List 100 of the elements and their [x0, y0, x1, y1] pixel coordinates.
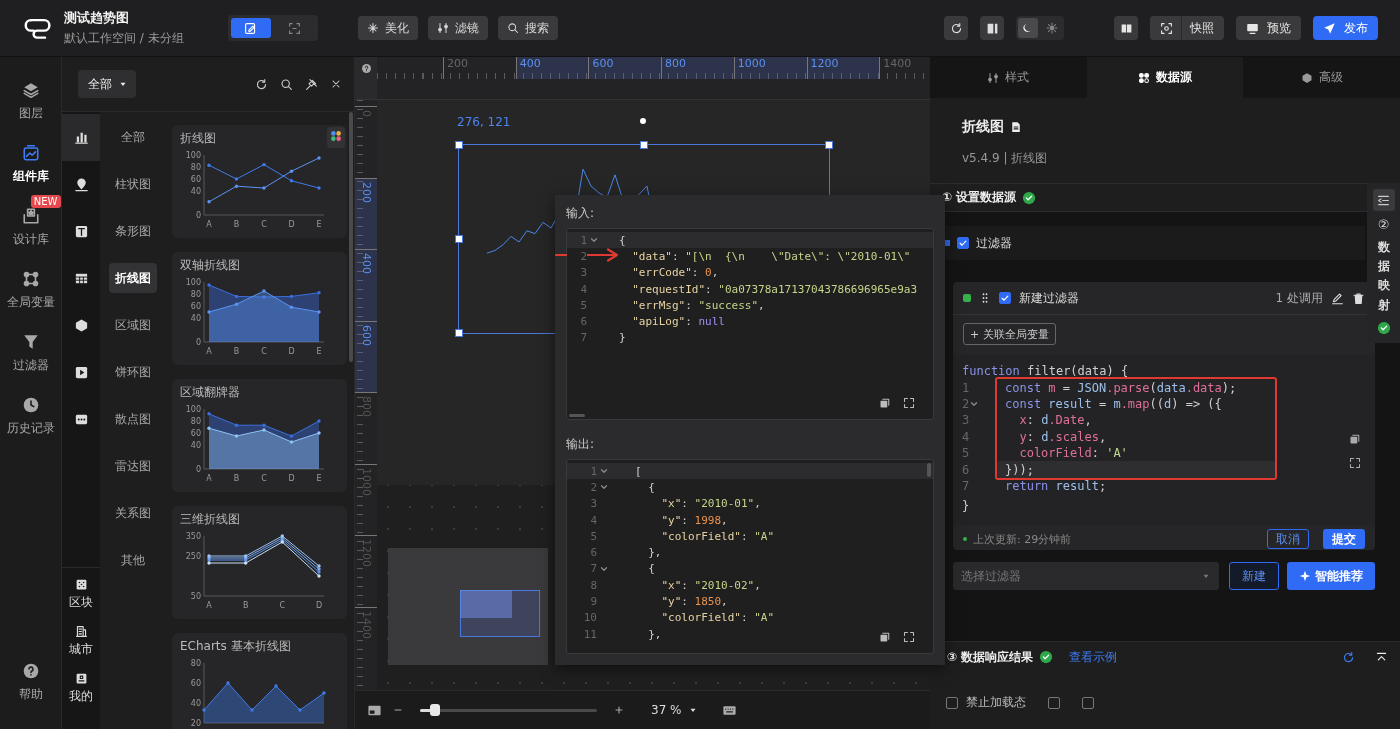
axis-label: 0 — [195, 465, 201, 474]
code-text: "apiLog": null — [631, 315, 725, 329]
axis-label: 40 — [190, 699, 201, 708]
code-text: }, — [647, 546, 662, 560]
axis-label: 40 — [190, 314, 201, 323]
axis-label: A — [206, 601, 212, 610]
code-text: })); — [1005, 462, 1034, 477]
axis-label: A — [206, 474, 212, 483]
axis-label: B — [242, 601, 249, 610]
new-badge: NEW — [30, 195, 61, 208]
axis-label: C — [261, 220, 267, 229]
breadcrumb: 默认工作空间 / 未分组 — [64, 30, 184, 47]
code-text: { — [647, 562, 655, 576]
line-number: 3 — [589, 497, 597, 511]
code-text: { — [619, 233, 626, 247]
code-text: "y": 1850, — [660, 595, 728, 608]
code-text: "errCode": 0, — [631, 266, 719, 280]
last-updated: 上次更新: 29分钟前 — [973, 531, 1073, 547]
code-text: [ — [635, 464, 642, 478]
axis-label: A — [206, 347, 212, 356]
axis-label: 60 — [190, 175, 201, 184]
code-text: "requestId": "0a07378a17137043786696965e9a3 — [631, 282, 918, 296]
axis-label: 100 — [185, 278, 201, 287]
ruler-label: 200 — [355, 177, 377, 250]
code-text: const m = JSON.parse(data.data); — [1005, 380, 1237, 395]
ruler-label: 400 — [355, 249, 377, 321]
axis-label: 250 — [185, 552, 201, 561]
axis-label: 80 — [190, 417, 201, 426]
option-label: 禁止加载态 — [966, 694, 1026, 711]
axis-label: C — [261, 347, 267, 356]
axis-label: 60 — [190, 679, 201, 688]
ruler-label: 1200 — [806, 57, 880, 79]
line-number: 6 — [589, 546, 597, 560]
ruler-label: 800 — [661, 57, 735, 79]
code-text: const result = m.map((d) => ({ — [1005, 396, 1222, 411]
line-number: 11 — [582, 627, 597, 641]
line-number: 2 — [962, 396, 970, 411]
ruler-label: 400 — [515, 57, 589, 79]
axis-label: 350 — [185, 532, 201, 541]
line-number: 5 — [962, 446, 970, 461]
line-number: 7 — [589, 562, 597, 576]
app-title: 测试趋势图 — [64, 9, 130, 27]
code-text: { — [647, 480, 655, 494]
step-title: 数据映射 — [1377, 239, 1390, 314]
code-text: return result; — [1004, 478, 1107, 493]
ruler-label: 200 — [443, 57, 516, 79]
line-number: 5 — [589, 529, 597, 543]
code-text: "x": "2010-02", — [660, 578, 761, 592]
code-text: x: d.Date, — [1018, 413, 1092, 428]
axis-label: C — [261, 474, 267, 483]
step-title: ③ 数据响应结果 — [947, 648, 1034, 666]
axis-label: 50 — [190, 592, 201, 601]
axis-label: 80 — [190, 163, 201, 172]
axis-label: D — [315, 601, 323, 610]
axis-label: B — [233, 220, 240, 229]
code-text: colorField: 'A' — [1018, 446, 1128, 461]
card-title: 折线图 — [180, 130, 216, 147]
filter-label: 过滤器 — [976, 234, 1012, 252]
line-number: 8 — [589, 578, 597, 592]
code-text: } — [962, 499, 970, 514]
code-text: "x": "2010-01", — [660, 497, 761, 511]
placeholder: 选择过滤器 — [961, 567, 1021, 585]
axis-label: E — [316, 474, 322, 483]
axis-label: 0 — [195, 338, 201, 347]
code-text: y: d.scales, — [1018, 429, 1107, 444]
ruler-label: 1000 — [733, 57, 807, 79]
axis-label: 80 — [190, 659, 201, 668]
line-number: 4 — [962, 429, 970, 444]
axis-label: 100 — [185, 405, 201, 414]
card-title: 区域翻牌器 — [180, 384, 240, 401]
code-text: "errMsg": "success", — [631, 298, 765, 312]
position-label: 276, 121 — [457, 115, 511, 129]
card-title: 三维折线图 — [180, 511, 240, 528]
code-text: }, — [647, 627, 662, 641]
axis-label: 20 — [190, 719, 201, 727]
axis-label: 40 — [190, 187, 201, 196]
axis-label: D — [288, 220, 295, 229]
card-title: ECharts 基本折线图 — [180, 638, 291, 655]
usage-count: 1 处调用 — [1275, 289, 1323, 307]
axis-label: B — [233, 474, 240, 483]
section-label: 输出: — [566, 436, 596, 453]
axis-label: C — [279, 601, 286, 610]
line-number: 7 — [962, 478, 970, 493]
code-text: "colorField": "A" — [660, 611, 775, 625]
line-number: 9 — [589, 595, 597, 608]
axis-label: B — [233, 347, 240, 356]
ruler-label: 600 — [588, 57, 662, 79]
line-number: 6 — [962, 462, 970, 477]
line-number: 2 — [589, 480, 597, 494]
line-number: 3 — [962, 413, 970, 428]
step-number: ② — [1377, 217, 1390, 232]
axis-label: D — [288, 347, 295, 356]
axis-label: E — [316, 220, 322, 229]
axis-label: 80 — [190, 290, 201, 299]
line-number: 1 — [589, 464, 597, 478]
section-label: 输入: — [566, 205, 596, 222]
component-name: 折线图 — [962, 118, 1004, 136]
line-number: 10 — [582, 611, 597, 625]
card-title: 双轴折线图 — [180, 257, 240, 274]
axis-label: 60 — [190, 429, 201, 438]
